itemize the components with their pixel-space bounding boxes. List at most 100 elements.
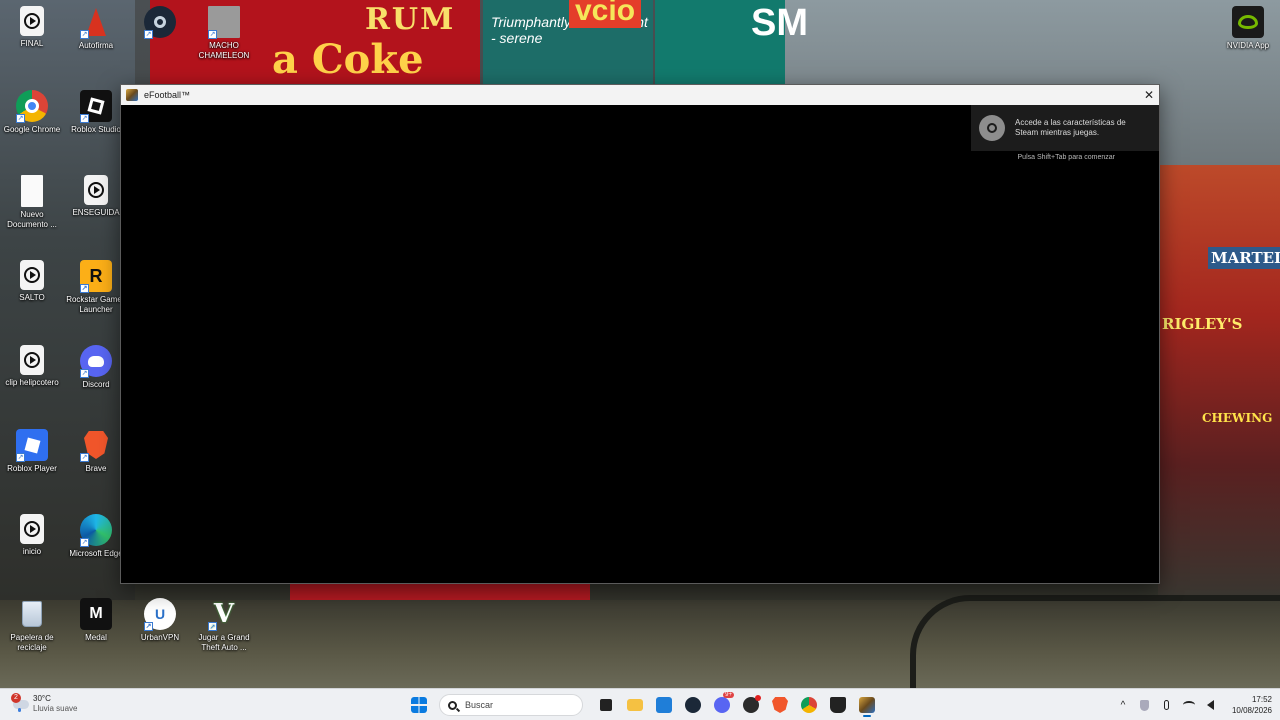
microphone-icon[interactable] <box>1160 698 1174 712</box>
desktop-icon-microsoft-edge[interactable]: ↗ Microsoft Edge <box>64 514 128 559</box>
taskbar-efootball[interactable] <box>854 693 880 717</box>
roblox-studio-icon: ↗ <box>80 90 112 123</box>
weather-alert-badge: 2 <box>11 693 21 703</box>
wallpaper-vcio-sign: Triumphantly swift - silent - serene vci… <box>483 0 653 85</box>
desktop-icon-label: Papelera de reciclaje <box>10 633 54 652</box>
desktop-icon-label: UrbanVPN <box>140 633 180 642</box>
close-button[interactable]: ✕ <box>1139 85 1159 105</box>
windows-logo-icon <box>411 697 427 713</box>
desktop-icon-google-chrome[interactable]: ↗ Google Chrome <box>0 90 64 135</box>
desktop-icon-label: Autofirma <box>78 41 114 50</box>
speaker-icon[interactable] <box>1204 698 1218 712</box>
nvidia-icon <box>1232 6 1264 38</box>
search-box[interactable]: Buscar <box>439 694 583 716</box>
steam-icon: ↗ <box>144 6 176 39</box>
taskbar: 2 30°C Lluvia suave Buscar 9+ ^ 17:52 10… <box>0 688 1280 720</box>
search-placeholder: Buscar <box>465 700 494 710</box>
desktop-icon-nuevo-documento[interactable]: Nuevo Documento ... <box>0 175 64 230</box>
image-thumbnail-icon: ↗ <box>208 6 240 39</box>
efootball-app-icon <box>126 89 138 101</box>
autofirma-icon: ↗ <box>80 6 112 39</box>
taskbar-epic-games[interactable] <box>825 693 851 717</box>
taskbar-microsoft-store[interactable] <box>651 693 677 717</box>
desktop-icon-steam[interactable]: ↗ <box>128 6 192 41</box>
taskbar-discord[interactable]: 9+ <box>709 692 735 717</box>
weather-widget[interactable]: 2 30°C Lluvia suave <box>11 693 78 714</box>
discord-notification-badge: 9+ <box>723 692 734 698</box>
gta-v-icon: V ↗ <box>208 599 235 631</box>
record-app-icon <box>743 695 761 713</box>
wallpaper-coke-text: a Coke <box>272 36 424 83</box>
window-titlebar[interactable]: eFootball™ ✕ <box>121 85 1159 105</box>
wallpaper-chewing-text: CHEWING <box>1202 411 1273 425</box>
desktop-icon-discord[interactable]: ↗ Discord <box>64 345 128 390</box>
desktop-icon-roblox-player[interactable]: ↗ Roblox Player <box>0 429 64 474</box>
medal-icon: M <box>80 598 112 630</box>
taskbar-chrome[interactable] <box>796 693 822 717</box>
desktop-icon-medal[interactable]: M Medal <box>64 598 128 643</box>
desktop-icon-label: SALTO <box>19 293 45 302</box>
video-file-icon <box>20 260 44 290</box>
desktop-icon-autofirma[interactable]: ↗ Autofirma <box>64 6 128 51</box>
desktop-icon-clip-helipcotero[interactable]: clip helipcotero <box>0 345 64 388</box>
desktop-icon-label: Discord <box>82 380 110 389</box>
desktop-icon-macho-chameleon[interactable]: ↗ MACHO CHAMELEON <box>192 6 256 61</box>
desktop-icon-label: Google Chrome <box>3 125 61 134</box>
search-icon <box>448 700 457 710</box>
desktop-icon-label: Rockstar Games Launcher <box>66 295 126 314</box>
taskbar-apps: Buscar 9+ <box>406 692 883 717</box>
desktop-icon-gta-v[interactable]: V ↗ Jugar a Grand Theft Auto ... <box>192 598 256 653</box>
desktop-icon-label: NVIDIA App <box>1226 41 1270 50</box>
game-viewport[interactable]: Accede a las características de Steam mi… <box>121 105 1159 583</box>
discord-icon <box>714 697 730 713</box>
close-icon: ✕ <box>1143 88 1155 102</box>
desktop-icon-enseguida[interactable]: ENSEGUIDA <box>64 175 128 218</box>
taskbar-brave[interactable] <box>767 693 793 717</box>
wifi-icon[interactable] <box>1182 698 1196 712</box>
system-tray: ^ 17:52 10/08/2026 <box>1108 693 1272 717</box>
desktop-icon-papelera[interactable]: Papelera de reciclaje <box>0 598 64 653</box>
steam-icon <box>685 697 701 713</box>
desktop-icon-label: Roblox Player <box>7 464 57 473</box>
chevron-up-icon[interactable]: ^ <box>1116 698 1130 712</box>
desktop-icon-brave[interactable]: ↗ Brave <box>64 429 128 474</box>
desktop-icon-label: Nuevo Documento ... <box>7 210 57 229</box>
shield-icon[interactable] <box>1138 698 1152 712</box>
desktop-icon-inicio[interactable]: inicio <box>0 514 64 557</box>
rockstar-icon: R ↗ <box>80 260 112 293</box>
desktop-icon-urbanvpn[interactable]: U ↗ UrbanVPN <box>128 598 192 643</box>
efootball-app-icon <box>859 697 875 713</box>
wallpaper-vcio-text: vcio <box>569 0 642 28</box>
brave-lion-icon: ↗ <box>80 429 112 462</box>
taskbar-steam[interactable] <box>680 693 706 717</box>
taskbar-obs[interactable] <box>738 693 764 717</box>
video-file-icon <box>20 514 44 544</box>
weather-condition: Lluvia suave <box>33 704 78 713</box>
desktop-icon-rockstar-launcher[interactable]: R ↗ Rockstar Games Launcher <box>64 260 128 315</box>
desktop-icon-label: FINAL <box>20 39 44 48</box>
recycle-bin-icon <box>16 598 48 630</box>
folder-icon <box>627 699 643 711</box>
desktop-icon-label: inicio <box>22 547 42 556</box>
desktop-icon-roblox-studio[interactable]: ↗ Roblox Studio <box>64 90 128 135</box>
task-view-button[interactable] <box>593 693 619 717</box>
efootball-window[interactable]: eFootball™ ✕ Accede a las característica… <box>120 84 1160 584</box>
desktop-icon-nvidia-app[interactable]: NVIDIA App <box>1216 6 1280 51</box>
desktop-icon-final[interactable]: FINAL <box>0 6 64 49</box>
desktop-icon-label: Medal <box>85 633 107 642</box>
desktop-icon-label: Roblox Studio <box>71 125 121 134</box>
edge-icon: ↗ <box>80 514 112 547</box>
desktop-icon-label: ENSEGUIDA <box>72 208 120 217</box>
wallpaper-sm-text: SM <box>751 2 808 44</box>
desktop-icon-label: Microsoft Edge <box>69 549 123 558</box>
start-button[interactable] <box>406 693 432 717</box>
video-file-icon <box>20 345 44 375</box>
desktop-icon-salto[interactable]: SALTO <box>0 260 64 303</box>
steam-overlay-notification[interactable]: Accede a las características de Steam mi… <box>971 105 1159 151</box>
taskbar-file-explorer[interactable] <box>622 693 648 717</box>
document-icon <box>21 175 43 207</box>
desktop-icon-label: Jugar a Grand Theft Auto ... <box>198 633 250 652</box>
taskbar-clock[interactable]: 17:52 10/08/2026 <box>1232 694 1272 716</box>
wallpaper-right-signs: MARTELL RIGLEY'S CHEWING <box>1158 165 1280 595</box>
video-file-icon <box>84 175 108 205</box>
